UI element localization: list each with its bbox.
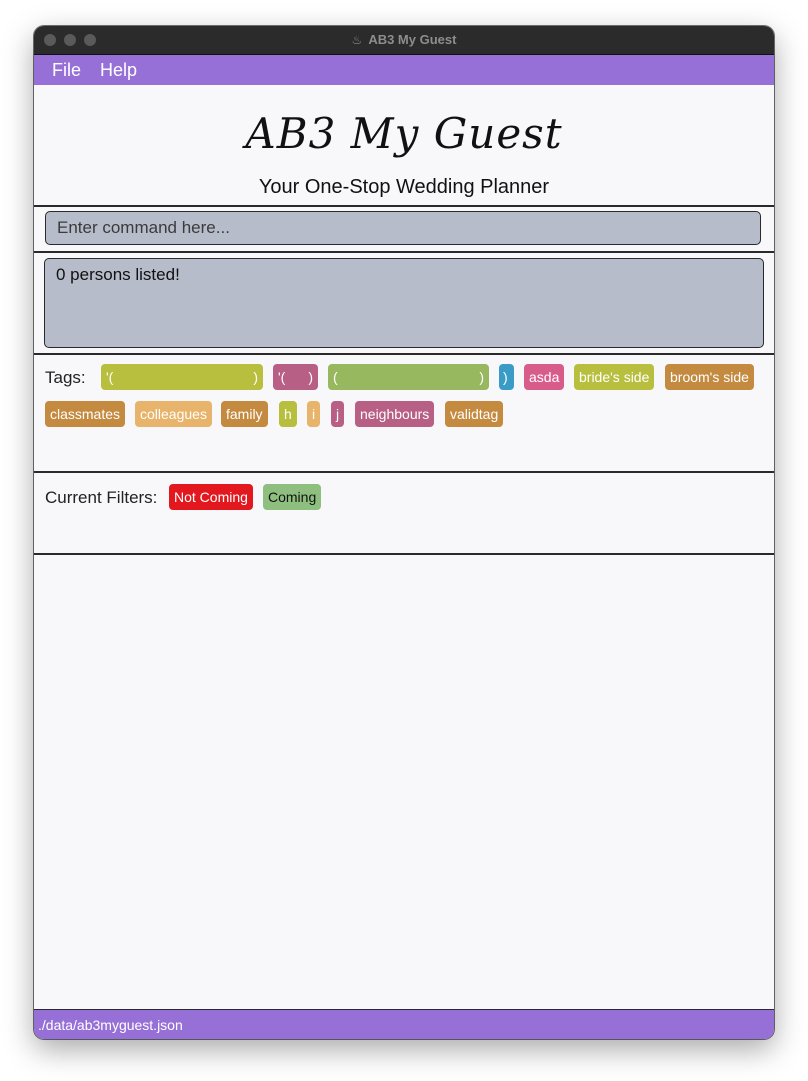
menu-help[interactable]: Help bbox=[100, 60, 137, 81]
tag-label: neighbours bbox=[360, 406, 430, 422]
tag-chip[interactable]: h bbox=[279, 401, 297, 427]
tag-label: colleagues bbox=[140, 406, 207, 422]
result-text: 0 persons listed! bbox=[56, 265, 180, 284]
command-input[interactable] bbox=[45, 211, 761, 245]
tag-label-end: ) bbox=[479, 369, 484, 385]
divider bbox=[34, 553, 774, 555]
tags-label: Tags: bbox=[45, 368, 86, 387]
tag-chip[interactable]: ) bbox=[499, 364, 514, 390]
app-subtitle: Your One-Stop Wedding Planner bbox=[258, 176, 550, 198]
window-title-label: AB3 My Guest bbox=[368, 32, 457, 47]
tag-chip[interactable]: () bbox=[328, 364, 489, 390]
divider bbox=[34, 251, 774, 253]
app-title: AB3 My Guest bbox=[245, 109, 563, 158]
person-list[interactable] bbox=[34, 556, 774, 1008]
tag-label: asda bbox=[529, 369, 560, 385]
tag-chip[interactable]: colleagues bbox=[135, 401, 212, 427]
tag-chip[interactable]: family bbox=[221, 401, 268, 427]
tag-chip[interactable]: bride's side bbox=[574, 364, 655, 390]
tag-label: bride's side bbox=[579, 369, 650, 385]
tag-label: '( bbox=[278, 369, 286, 385]
tag-chip[interactable]: neighbours bbox=[355, 401, 435, 427]
tag-chip[interactable]: asda bbox=[524, 364, 565, 390]
menu-bar: File Help bbox=[34, 55, 774, 85]
tag-chip[interactable]: i bbox=[307, 401, 321, 427]
tag-chip[interactable]: '() bbox=[101, 364, 263, 390]
tag-label: j bbox=[336, 406, 340, 422]
divider bbox=[34, 205, 774, 207]
menu-file[interactable]: File bbox=[52, 60, 81, 81]
filter-chip-coming[interactable]: Coming bbox=[263, 484, 322, 510]
tag-label: h bbox=[284, 406, 292, 422]
tag-label: broom's side bbox=[670, 369, 749, 385]
filter-label: Coming bbox=[268, 489, 317, 505]
result-display: 0 persons listed! bbox=[44, 258, 764, 348]
window-title: ♨ AB3 My Guest bbox=[34, 32, 774, 47]
tag-label: '( bbox=[106, 369, 114, 385]
tag-chip[interactable]: '() bbox=[273, 364, 318, 390]
tag-label: family bbox=[226, 406, 263, 422]
divider bbox=[34, 471, 774, 473]
filter-chip-not-coming[interactable]: Not Coming bbox=[169, 484, 253, 510]
java-icon: ♨ bbox=[351, 33, 363, 47]
tag-chip[interactable]: validtag bbox=[445, 401, 504, 427]
app-window: ♨ AB3 My Guest File Help AB3 My Guest You… bbox=[34, 26, 774, 1039]
tag-label-end: ) bbox=[308, 369, 313, 385]
title-bar: ♨ AB3 My Guest bbox=[34, 26, 774, 55]
tag-chip[interactable]: j bbox=[331, 401, 345, 427]
app-header: AB3 My Guest Your One-Stop Wedding Plann… bbox=[34, 85, 774, 205]
filters-label: Current Filters: bbox=[45, 488, 158, 507]
filter-label: Not Coming bbox=[174, 489, 248, 505]
tag-label-end: ) bbox=[253, 369, 258, 385]
tag-label: ( bbox=[333, 369, 338, 385]
tag-chip[interactable]: classmates bbox=[45, 401, 126, 427]
tag-chip[interactable]: broom's side bbox=[665, 364, 754, 390]
divider bbox=[34, 353, 774, 355]
data-file-path: ./data/ab3myguest.json bbox=[38, 1017, 183, 1033]
tag-label: validtag bbox=[450, 406, 499, 422]
status-bar: ./data/ab3myguest.json bbox=[34, 1009, 774, 1039]
tag-label: classmates bbox=[50, 406, 121, 422]
tag-label: ) bbox=[503, 369, 508, 385]
tag-label: i bbox=[312, 406, 316, 422]
